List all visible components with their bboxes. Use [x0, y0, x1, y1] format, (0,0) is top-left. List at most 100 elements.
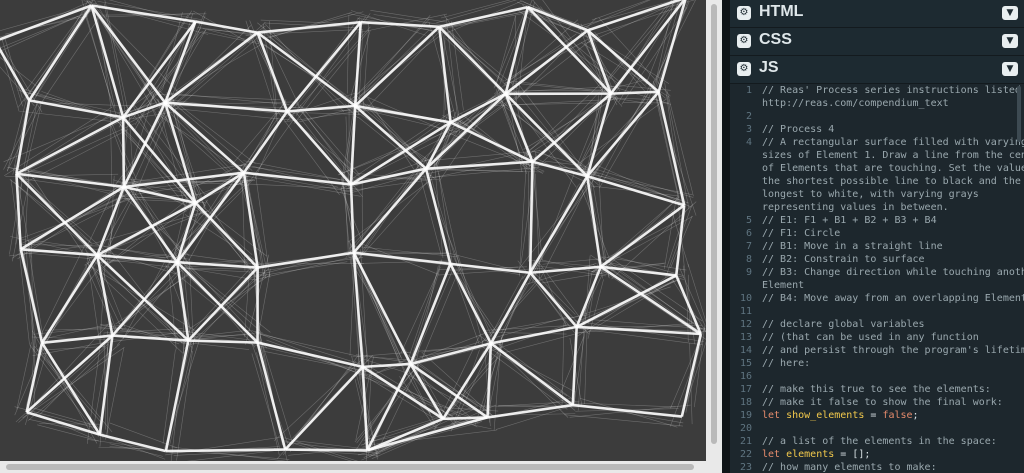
line-text: // B1: Move in a straight line [762, 240, 943, 253]
line-number: 18 [739, 397, 752, 408]
code-token: Element [762, 280, 805, 291]
html-panel-header[interactable]: ⚙ HTML ▼ [730, 0, 1024, 28]
code-token: // declare global variables [762, 319, 925, 330]
code-token: // make it false to show the final work: [762, 397, 1003, 408]
code-token: // Process 4 [762, 124, 835, 135]
line-number: 17 [739, 384, 752, 395]
chevron-down-icon[interactable]: ▼ [1002, 34, 1018, 48]
line-text: // Reas' Process series instructions lis… [762, 84, 1024, 97]
code-line[interactable]: 20 [730, 422, 1024, 435]
js-code-area[interactable]: 1 // Reas' Process series instructions li… [730, 84, 1024, 473]
chevron-down-icon[interactable]: ▼ [1002, 6, 1018, 20]
code-line[interactable]: 23 // how many elements to make: [730, 461, 1024, 473]
code-token: // B1: Move in a straight line [762, 241, 943, 252]
artwork-mesh [0, 0, 706, 461]
line-text: // A rectangular surface filled with var… [762, 136, 1024, 149]
code-line[interactable]: 3 // Process 4 [730, 123, 1024, 136]
sketch-canvas[interactable] [0, 0, 706, 461]
line-number: 23 [739, 462, 752, 473]
gear-icon[interactable]: ⚙ [737, 34, 751, 48]
code-token: // Reas' Process series instructions lis… [762, 85, 1024, 96]
code-line[interactable]: 13 // (that can be used in any function [730, 331, 1024, 344]
code-line[interactable]: 18 // make it false to show the final wor… [730, 396, 1024, 409]
code-token: of Elements that are touching. Set the v… [762, 163, 1024, 174]
code-token: // B3: Change direction while touching a… [762, 267, 1024, 278]
code-token: // F1: Circle [762, 228, 841, 239]
line-number: 20 [739, 423, 752, 434]
code-line[interactable]: 9 // B3: Change direction while touching … [730, 266, 1024, 279]
code-line[interactable]: 12 // declare global variables [730, 318, 1024, 331]
code-token: // E1: F1 + B1 + B2 + B3 + B4 [762, 215, 937, 226]
line-number: 4 [745, 137, 752, 148]
code-token: ; [864, 449, 871, 460]
line-text: // Process 4 [762, 123, 834, 136]
line-text: // B3: Change direction while touching a… [762, 266, 1024, 279]
line-number: 1 [745, 85, 752, 96]
line-number: 8 [745, 254, 752, 265]
code-line[interactable]: of Elements that are touching. Set the v… [730, 162, 1024, 175]
code-line[interactable]: the shortest possible line to black and … [730, 175, 1024, 188]
line-text: representing values in between. [762, 201, 949, 214]
vertical-scrollbar[interactable] [706, 0, 722, 473]
code-token: // how many elements to make: [762, 462, 937, 473]
vertical-scroll-thumb[interactable] [711, 4, 717, 444]
js-panel-header[interactable]: ⚙ JS ▼ [730, 56, 1024, 84]
code-line[interactable]: sizes of Element 1. Draw a line from the… [730, 149, 1024, 162]
line-number: 22 [739, 449, 752, 460]
line-text: let elements = []; [762, 448, 870, 461]
code-line[interactable]: 5 // E1: F1 + B1 + B2 + B3 + B4 [730, 214, 1024, 227]
code-line[interactable]: 10 // B4: Move away from an overlapping E… [730, 292, 1024, 305]
line-text: sizes of Element 1. Draw a line from the… [762, 149, 1024, 162]
line-text: // E1: F1 + B1 + B2 + B3 + B4 [762, 214, 937, 227]
code-line[interactable]: http://reas.com/compendium_text [730, 97, 1024, 110]
line-text: // B4: Move away from an overlapping Ele… [762, 292, 1024, 305]
code-line[interactable]: 19 let show_elements = false; [730, 409, 1024, 422]
code-token: show_elements [786, 410, 865, 421]
code-line[interactable]: 8 // B2: Constrain to surface [730, 253, 1024, 266]
code-line[interactable]: 16 [730, 370, 1024, 383]
line-number: 21 [739, 436, 752, 447]
code-line[interactable]: 2 [730, 110, 1024, 123]
line-number: 12 [739, 319, 752, 330]
code-line[interactable]: 7 // B1: Move in a straight line [730, 240, 1024, 253]
code-line[interactable]: 14 // and persist through the program's l… [730, 344, 1024, 357]
code-line[interactable]: 1 // Reas' Process series instructions li… [730, 84, 1024, 97]
line-text: // F1: Circle [762, 227, 840, 240]
line-text: // make this true to see the elements: [762, 383, 991, 396]
code-line[interactable]: 21 // a list of the elements in the space… [730, 435, 1024, 448]
html-panel-title: HTML [759, 3, 804, 20]
css-panel-header[interactable]: ⚙ CSS ▼ [730, 28, 1024, 56]
code-line[interactable]: 22 let elements = []; [730, 448, 1024, 461]
code-line[interactable]: 11 [730, 305, 1024, 318]
gear-icon[interactable]: ⚙ [737, 6, 751, 20]
code-line[interactable]: Element [730, 279, 1024, 292]
code-token: // A rectangular surface filled with var… [762, 137, 1024, 148]
line-text: Element [762, 279, 804, 292]
code-line[interactable]: representing values in between. [730, 201, 1024, 214]
line-text: // (that can be used in any function [762, 331, 979, 344]
line-number: 7 [745, 241, 752, 252]
code-scroll-thumb[interactable] [1017, 86, 1021, 142]
code-token: // (that can be used in any function [762, 332, 979, 343]
horizontal-scrollbar[interactable] [0, 461, 706, 473]
code-line[interactable]: 17 // make this true to see the elements: [730, 383, 1024, 396]
line-text: http://reas.com/compendium_text [762, 97, 949, 110]
line-number: 2 [745, 111, 752, 122]
line-text: // a list of the elements in the space: [762, 435, 997, 448]
line-text: longest to white, with varying grays [762, 188, 979, 201]
line-number: 5 [745, 215, 752, 226]
code-line[interactable]: longest to white, with varying grays [730, 188, 1024, 201]
code-token: sizes of Element 1. Draw a line from the… [762, 150, 1024, 161]
line-number: 19 [739, 410, 752, 421]
code-line[interactable]: 4 // A rectangular surface filled with va… [730, 136, 1024, 149]
gear-icon[interactable]: ⚙ [737, 62, 751, 76]
code-token: = [864, 410, 883, 421]
code-token: // make this true to see the elements: [762, 384, 991, 395]
horizontal-scroll-thumb[interactable] [6, 464, 694, 470]
code-line[interactable]: 6 // F1: Circle [730, 227, 1024, 240]
pane-divider[interactable] [722, 0, 730, 473]
line-text: let show_elements = false; [762, 409, 919, 422]
line-text: // declare global variables [762, 318, 925, 331]
code-line[interactable]: 15 // here: [730, 357, 1024, 370]
chevron-down-icon[interactable]: ▼ [1002, 62, 1018, 76]
